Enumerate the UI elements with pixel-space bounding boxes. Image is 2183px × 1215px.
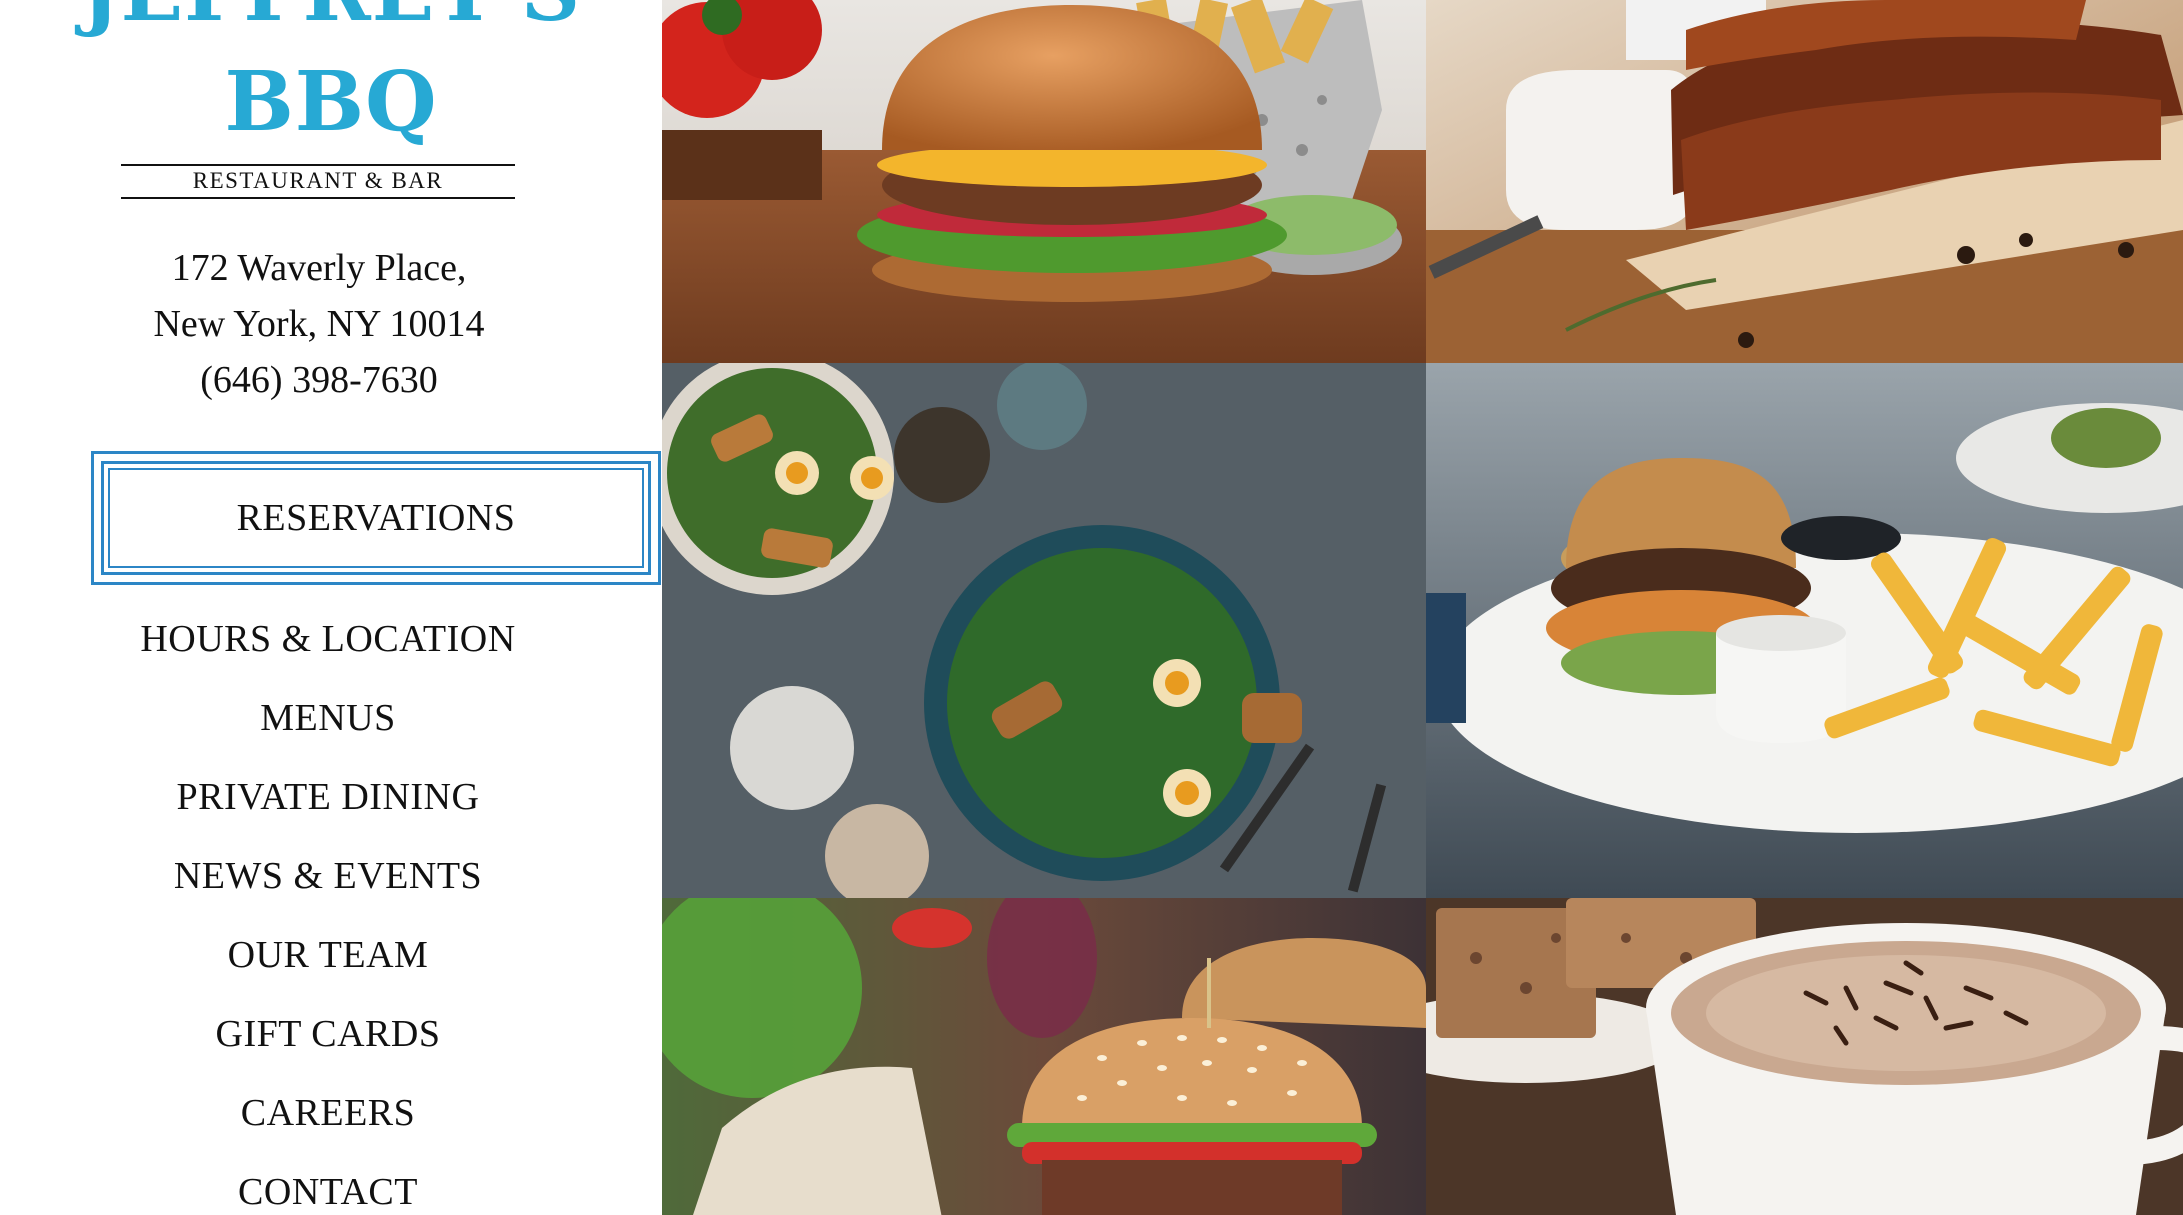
sidebar: JEFFREY'S BBQ RESTAURANT & BAR 172 Waver… bbox=[0, 0, 662, 1215]
nav-item-contact[interactable]: CONTACT bbox=[0, 1162, 656, 1215]
photo-gallery bbox=[662, 0, 2183, 1215]
nav-item-hours-location[interactable]: HOURS & LOCATION bbox=[0, 609, 656, 688]
nav-item-gift-cards[interactable]: GIFT CARDS bbox=[0, 1004, 656, 1083]
photo-kale-salads bbox=[662, 363, 1426, 898]
nav-item-news-events[interactable]: NEWS & EVENTS bbox=[0, 846, 656, 925]
photo-bbq-ribs bbox=[1426, 0, 2183, 363]
reservations-label: RESERVATIONS bbox=[236, 497, 516, 539]
nav-item-private-dining[interactable]: PRIVATE DINING bbox=[0, 767, 656, 846]
logo-divider-top bbox=[121, 164, 515, 166]
brand-subtitle: RESTAURANT & BAR bbox=[192, 168, 444, 193]
brand-name-line1[interactable]: JEFFREY'S bbox=[0, 0, 662, 33]
photo-hot-chocolate bbox=[1426, 898, 2183, 1215]
nav-item-menus[interactable]: MENUS bbox=[0, 688, 656, 767]
reservations-button[interactable]: RESERVATIONS bbox=[91, 451, 661, 585]
address-block: 172 Waverly Place, New York, NY 10014 (6… bbox=[0, 240, 638, 408]
main-nav: HOURS & LOCATION MENUS PRIVATE DINING NE… bbox=[0, 609, 656, 1215]
nav-item-careers[interactable]: CAREERS bbox=[0, 1083, 656, 1162]
photo-cheeseburger bbox=[662, 0, 1426, 363]
photo-sesame-burgers bbox=[662, 898, 1426, 1215]
address-street: 172 Waverly Place, bbox=[171, 247, 467, 289]
nav-item-our-team[interactable]: OUR TEAM bbox=[0, 925, 656, 1004]
logo-divider-bottom bbox=[121, 197, 515, 199]
address-city: New York, NY 10014 bbox=[153, 303, 485, 345]
brand-name-line2[interactable]: BBQ bbox=[0, 61, 662, 143]
photo-burger-and-fries bbox=[1426, 363, 2183, 898]
phone-number[interactable]: (646) 398-7630 bbox=[0, 352, 638, 408]
